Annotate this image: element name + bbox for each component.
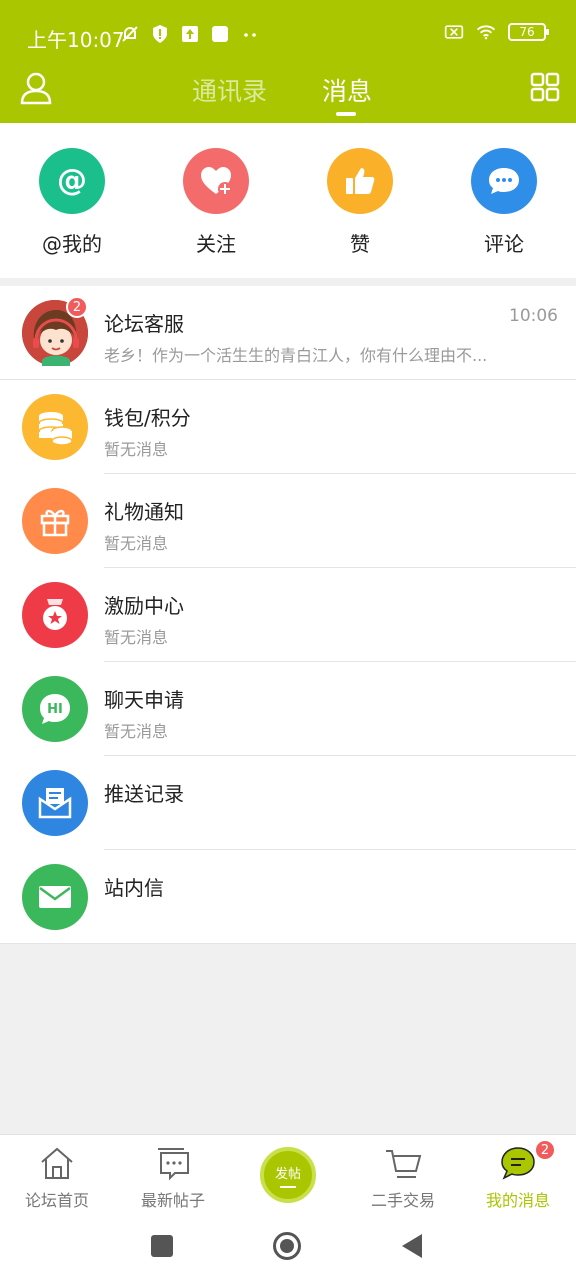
mail-open-icon [22,770,88,836]
upload-icon [180,24,200,44]
nav-second-hand[interactable]: 二手交易 [353,1145,453,1211]
gift-icon [22,488,88,554]
system-nav-bar [0,1216,576,1280]
shield-icon [150,24,170,44]
status-icons [120,24,260,44]
cart-icon [353,1145,453,1181]
nav-label: 最新帖子 [140,1191,205,1210]
message-title: 论坛客服 [104,312,184,336]
bottom-nav: 论坛首页 最新帖子 发帖 二手交易 2 我的消息 [0,1134,576,1216]
message-preview: 暂无消息 [104,722,169,741]
more-dots-icon [240,24,260,44]
message-list: 2 论坛客服 10:06 老乡！作为一个活生生的青白江人，你有什么理由不... … [0,286,576,944]
chat-bubble-icon [471,148,537,214]
nav-label: 二手交易 [370,1191,435,1210]
hi-bubble-text: HI [47,702,63,717]
user-profile-icon[interactable] [18,70,54,106]
unread-badge: 2 [534,1139,556,1161]
wifi-icon [476,22,496,42]
nav-label: 我的消息 [485,1191,550,1210]
message-row-gifts[interactable]: 礼物通知 暂无消息 [0,474,576,568]
no-sim-icon [444,22,464,42]
at-icon: @ [39,148,105,214]
home-button[interactable] [273,1232,301,1260]
comment-list-icon [123,1145,223,1181]
mute-icon [120,24,140,44]
header: 上午10:07 76 通讯录 消息 [0,0,576,123]
thumbs-up-icon [327,148,393,214]
home-icon [7,1145,107,1181]
quick-actions: @ @我的 关注 赞 评论 [0,123,576,278]
message-row-chat-request[interactable]: HI 聊天申请 暂无消息 [0,662,576,756]
battery-indicator: 76 [508,23,549,41]
nav-my-messages[interactable]: 2 我的消息 [468,1139,568,1211]
quick-action-mentions[interactable]: @ @我的 [12,148,132,257]
avatar: 2 [22,296,88,366]
status-time: 上午10:07 [27,28,125,52]
nav-latest-posts[interactable]: 最新帖子 [123,1145,223,1211]
hi-bubble-icon: HI [22,676,88,742]
nav-forum-home[interactable]: 论坛首页 [7,1145,107,1211]
grid-menu-icon[interactable] [530,72,560,102]
new-post-underline [280,1185,296,1188]
nav-label: 论坛首页 [24,1191,89,1210]
message-preview: 暂无消息 [104,440,169,459]
message-preview: 老乡！作为一个活生生的青白江人，你有什么理由不... [104,346,488,365]
quick-action-label: @我的 [42,232,102,256]
tab-contacts[interactable]: 通讯录 [192,72,267,108]
message-title: 礼物通知 [104,500,184,524]
message-title: 钱包/积分 [104,406,191,430]
message-row-forum-support[interactable]: 2 论坛客服 10:06 老乡！作为一个活生生的青白江人，你有什么理由不... [0,286,576,380]
envelope-icon [22,864,88,930]
message-row-incentive[interactable]: 激励中心 暂无消息 [0,568,576,662]
back-button[interactable] [402,1234,422,1258]
new-post-button[interactable]: 发帖 [260,1147,316,1203]
status-bar: 上午10:07 76 [0,0,576,70]
quick-action-likes[interactable]: 赞 [300,148,420,257]
message-row-wallet[interactable]: 钱包/积分 暂无消息 [0,380,576,474]
message-title: 站内信 [104,876,164,900]
tab-messages[interactable]: 消息 [322,72,372,108]
status-right: 76 [444,22,549,42]
divider [0,943,576,944]
svg-text:@: @ [57,163,87,198]
recent-apps-button[interactable] [151,1235,173,1257]
heart-plus-icon [183,148,249,214]
message-time: 10:06 [509,306,558,326]
coins-icon [22,394,88,460]
quick-action-label: 评论 [484,232,524,256]
app-notification-icon [210,24,230,44]
message-title: 聊天申请 [104,688,184,712]
message-title: 推送记录 [104,782,184,806]
medal-star-icon [22,582,88,648]
top-bar: 通讯录 消息 [0,70,576,123]
quick-action-follow[interactable]: 关注 [156,148,276,257]
tab-active-indicator [336,112,356,116]
battery-level: 76 [519,25,535,39]
message-bubble-icon: 2 [468,1139,568,1181]
unread-badge: 2 [66,296,88,318]
quick-action-label: 赞 [350,232,370,256]
message-row-push-history[interactable]: 推送记录 [0,756,576,850]
quick-action-comments[interactable]: 评论 [444,148,564,257]
message-preview: 暂无消息 [104,534,169,553]
message-row-inbox[interactable]: 站内信 [0,850,576,944]
new-post-label: 发帖 [274,1166,301,1182]
message-title: 激励中心 [104,594,184,618]
message-preview: 暂无消息 [104,628,169,647]
quick-action-label: 关注 [196,232,236,256]
